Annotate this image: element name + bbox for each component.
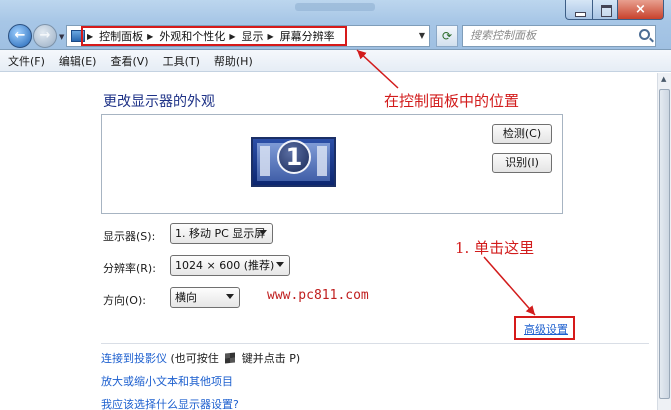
windows-logo-icon — [225, 352, 236, 364]
display-settings-help-link[interactable]: 我应该选择什么显示器设置? — [101, 396, 239, 410]
divider — [101, 343, 649, 344]
menu-edit[interactable]: 编辑(E) — [59, 53, 97, 69]
projector-hint-a: (也可按住 — [170, 352, 219, 365]
breadcrumb-item[interactable]: ▶ 外观和个性化 — [147, 28, 225, 44]
connect-projector-link: 连接到投影仪 (也可按住 键并点击 P) — [101, 350, 300, 366]
text-size-link[interactable]: 放大或缩小文本和其他项目 — [101, 373, 233, 389]
search-input[interactable]: 搜索控制面板 — [462, 25, 656, 47]
back-arrow-icon[interactable]: ← — [8, 24, 32, 48]
forward-arrow-icon[interactable]: → — [33, 24, 57, 48]
resolution-select[interactable]: 1024 × 600 (推荐) — [170, 255, 290, 276]
minimize-button[interactable] — [565, 0, 593, 20]
breadcrumb-item[interactable]: ▶ 控制面板 — [87, 28, 143, 44]
refresh-icon[interactable]: ⟳ — [436, 25, 458, 47]
identify-button[interactable]: 识别(I) — [492, 153, 552, 173]
close-button[interactable]: × — [617, 0, 664, 20]
resolution-label: 分辨率(R): — [103, 262, 156, 275]
breadcrumb: ▶ 控制面板 ▶ 外观和个性化 ▶ 显示 ▶ 屏幕分辨率 — [81, 26, 347, 46]
menu-bar: 文件(F) 编辑(E) 查看(V) 工具(T) 帮助(H) — [0, 50, 671, 72]
watermark: www.pc811.com — [267, 288, 369, 303]
menu-view[interactable]: 查看(V) — [110, 53, 148, 69]
menu-file[interactable]: 文件(F) — [8, 53, 45, 69]
orientation-select[interactable]: 横向 — [170, 287, 240, 308]
scrollbar-thumb[interactable] — [659, 89, 670, 399]
menu-tools[interactable]: 工具(T) — [163, 53, 200, 69]
display-select[interactable]: 1. 移动 PC 显示屏 — [170, 223, 273, 244]
window-title-blur — [295, 3, 375, 11]
connect-projector-text[interactable]: 连接到投影仪 — [101, 352, 167, 365]
address-bar[interactable]: ▶ 控制面板 ▶ 外观和个性化 ▶ 显示 ▶ 屏幕分辨率 ▼ — [66, 25, 430, 47]
search-icon[interactable] — [639, 29, 650, 40]
window-titlebar: × ← → ▼ ▶ 控制面板 ▶ 外观和个性化 ▶ 显示 ▶ 屏幕分辨率 ▼ ⟳ 搜索控… — [0, 0, 671, 50]
address-dropdown-icon[interactable]: ▼ — [419, 31, 425, 40]
display-label: 显示器(S): — [103, 230, 156, 243]
vertical-scrollbar[interactable]: ▲ — [657, 73, 671, 410]
scroll-up-icon[interactable]: ▲ — [661, 75, 666, 83]
breadcrumb-item[interactable]: ▶ 屏幕分辨率 — [267, 28, 334, 44]
recent-pages-dropdown-icon[interactable]: ▼ — [59, 33, 64, 41]
chevron-down-icon — [226, 294, 234, 299]
chevron-down-icon — [276, 262, 284, 267]
annotation-click-here: 1. 单击这里 — [455, 239, 535, 257]
maximize-button[interactable] — [592, 0, 618, 20]
advanced-settings-link[interactable]: 高级设置 — [524, 321, 568, 337]
menu-help[interactable]: 帮助(H) — [214, 53, 253, 69]
page-title: 更改显示器的外观 — [103, 94, 215, 110]
annotation-location: 在控制面板中的位置 — [384, 92, 520, 110]
monitor-number-badge: 1 — [277, 140, 311, 174]
breadcrumb-item[interactable]: ▶ 显示 — [229, 28, 263, 44]
detect-button[interactable]: 检测(C) — [492, 124, 552, 144]
monitor-icon[interactable]: 1 — [251, 137, 336, 187]
projector-hint-b: 键并点击 P) — [241, 352, 301, 365]
chevron-down-icon — [259, 230, 267, 235]
orientation-label: 方向(O): — [103, 294, 146, 307]
